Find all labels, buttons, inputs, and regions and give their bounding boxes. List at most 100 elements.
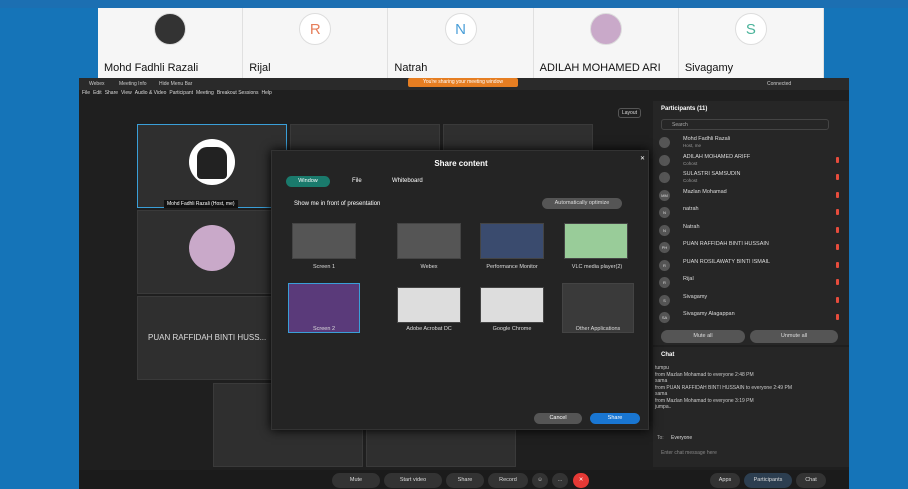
muted-mic-icon[interactable] [836, 261, 839, 268]
participant-row[interactable]: PH PUAN RAFFIDAH BINTI HUSSAIN [653, 239, 849, 256]
perfmon-thumb[interactable] [480, 223, 544, 259]
close-icon[interactable]: ✕ [640, 155, 645, 162]
meeting-info-tab[interactable]: Meeting Info [119, 81, 147, 87]
start-video-button[interactable]: Start video [384, 473, 442, 488]
more-icon[interactable]: … [552, 473, 568, 488]
participant-name: PUAN RAFFIDAH BINTI HUSSAIN [683, 241, 769, 247]
menu-meeting[interactable]: Meeting [196, 90, 214, 96]
avatar: N [659, 224, 670, 236]
acrobat-thumb[interactable] [397, 287, 461, 323]
screen-1-label: Screen 1 [312, 264, 335, 270]
video-tile[interactable]: PUAN RAFFIDAH BINTI HUSS... [137, 296, 287, 380]
menu-share[interactable]: Share [105, 90, 118, 96]
chat-input[interactable]: Enter chat message here [661, 450, 717, 456]
screen-2-label: Screen 2 [312, 326, 335, 332]
participant-name: PUAN ROSILAWATY BINTI ISMAIL [683, 258, 771, 265]
participant-row[interactable]: Nnatrah [653, 204, 849, 221]
muted-mic-icon[interactable] [836, 209, 839, 215]
menu-audio[interactable]: Audio & Video [135, 90, 167, 96]
tile-name: Mohd Fadhli Razali (Host, me) [164, 200, 238, 208]
participant-role: Cohost [683, 160, 698, 166]
participants-title: Participants (11) [661, 106, 708, 112]
avatar: N [659, 207, 670, 218]
webex-label: Webex [420, 264, 438, 270]
vlc-label: VLC media player(2) [571, 264, 623, 270]
video-tile[interactable] [137, 210, 287, 294]
muted-mic-icon[interactable] [836, 156, 839, 163]
muted-mic-icon[interactable] [836, 244, 839, 250]
participant-name: natrah [683, 206, 699, 212]
share-control-button[interactable]: Share [446, 473, 484, 488]
participant-name: Rijal [683, 276, 694, 282]
menu-bar: File Edit Share View Audio & Video Participan… [79, 90, 653, 101]
muted-mic-icon[interactable] [836, 191, 839, 198]
share-button[interactable]: Share [590, 413, 640, 424]
avatar: MM [659, 189, 670, 201]
search-input[interactable]: Search [661, 119, 829, 130]
cancel-button[interactable]: Cancel [534, 413, 582, 424]
participant-name: ADILAH MOHAMED ARIFF [683, 153, 751, 160]
muted-mic-icon[interactable] [836, 226, 839, 233]
mute-all-button[interactable]: Mute all [661, 330, 745, 343]
participant-row[interactable]: R PUAN ROSILAWATY BINTI ISMAIL [653, 257, 849, 274]
chat-recipient-select[interactable]: Everyone [671, 435, 692, 441]
chrome-thumb[interactable] [480, 287, 544, 323]
show-me-checkbox[interactable]: Show me in front of presentation [294, 201, 380, 207]
muted-mic-icon[interactable] [836, 296, 839, 303]
strip-tile[interactable]: ADILAH MOHAMED ARI [533, 8, 679, 78]
strip-tile[interactable]: R Rijal [243, 8, 389, 78]
strip-tile[interactable]: S Sivagamy [678, 8, 825, 78]
participant-row[interactable]: SULASTRI SAMSUDIN Cohost [653, 169, 849, 186]
strip-tile[interactable]: Mohd Fadhli Razali [98, 8, 244, 78]
vlc-thumb[interactable] [564, 223, 628, 259]
optimize-select[interactable]: Automatically optimize [542, 198, 622, 209]
participants-button[interactable]: Participants [744, 473, 792, 488]
screen-1-thumb[interactable] [292, 223, 356, 259]
chat-line: jumpa.. [655, 404, 672, 410]
menu-participant[interactable]: Participant [169, 90, 193, 96]
participant-row[interactable]: Mohd Fadhli Razali Host, me [653, 134, 849, 151]
avatar: R [659, 259, 670, 271]
apps-button[interactable]: Apps [710, 473, 740, 488]
muted-mic-icon[interactable] [836, 314, 839, 320]
participant-row[interactable]: R Rijal [653, 274, 849, 291]
tile-name: Sivagamy [684, 62, 734, 74]
app-name: Webex [89, 81, 105, 87]
tab-window[interactable]: Window [286, 176, 330, 187]
webex-thumb[interactable] [397, 223, 461, 259]
layout-button[interactable]: Layout [618, 108, 642, 118]
menu-file[interactable]: File [82, 90, 90, 96]
participant-name: Sivagamy Alagappan [683, 311, 735, 317]
menu-help[interactable]: Help [262, 90, 272, 96]
strip-tile[interactable]: N Natrah [388, 8, 534, 78]
menu-edit[interactable]: Edit [93, 90, 102, 96]
participant-row[interactable]: ADILAH MOHAMED ARIFF Cohost [653, 152, 849, 169]
muted-mic-icon[interactable] [836, 174, 839, 180]
hide-menu-button[interactable]: Hide Menu Bar [159, 81, 192, 87]
muted-mic-icon[interactable] [836, 279, 839, 285]
unmute-all-button[interactable]: Unmute all [750, 330, 838, 343]
tab-whiteboard[interactable]: Whiteboard [392, 178, 423, 184]
mute-button[interactable]: Mute [332, 473, 380, 488]
tile-name: ADILAH MOHAMED ARI [539, 62, 661, 74]
record-button[interactable]: Record [488, 473, 528, 488]
participant-row[interactable]: S Sivagamy [653, 292, 849, 309]
reactions-icon[interactable]: ☺ [532, 473, 548, 488]
menu-view[interactable]: View [121, 90, 132, 96]
participant-name: Mohd Fadhli Razali [683, 136, 731, 142]
participant-name: Sivagamy [683, 293, 708, 300]
tab-file[interactable]: File [352, 178, 362, 184]
avatar [659, 137, 670, 148]
chat-button[interactable]: Chat [796, 473, 826, 488]
participant-name: Mazlan Mohamad [683, 188, 727, 195]
participant-row[interactable]: MM Mazlan Mohamad [653, 187, 849, 204]
chat-title: Chat [661, 352, 675, 358]
tile-name: Natrah [394, 62, 428, 74]
participant-row[interactable]: SA Sivagamy Alagappan [653, 309, 849, 326]
participant-row[interactable]: N Natrah [653, 222, 849, 239]
avatar: R [299, 13, 332, 45]
end-call-icon[interactable]: ✕ [573, 473, 589, 488]
menu-breakout[interactable]: Breakout Sessions [217, 90, 259, 96]
video-tile-host[interactable]: Mohd Fadhli Razali (Host, me) [137, 124, 287, 208]
chat-line: from PUAN RAFFIDAH BINTI HUSSAIN to ever… [655, 384, 792, 391]
